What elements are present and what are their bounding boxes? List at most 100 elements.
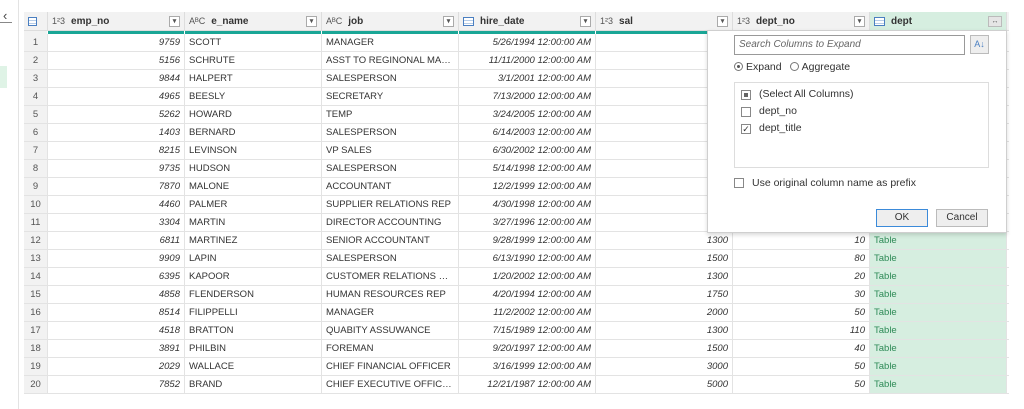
cell-job[interactable]: SUPPLIER RELATIONS REP [322, 196, 459, 213]
column-item-select-all[interactable]: (Select All Columns) [741, 86, 982, 103]
column-item-dept-title[interactable]: ✓ dept_title [741, 120, 982, 137]
cell-emp-no[interactable]: 9844 [48, 70, 185, 87]
cell-emp-no[interactable]: 2029 [48, 358, 185, 375]
checkbox-unchecked-icon[interactable] [741, 106, 751, 117]
cell-hire-date[interactable]: 3/27/1996 12:00:00 AM [459, 214, 596, 231]
filter-dropdown-icon[interactable]: ▾ [169, 16, 180, 27]
cell-hire-date[interactable]: 6/13/1990 12:00:00 AM [459, 250, 596, 267]
cell-e-name[interactable]: BRAND [185, 376, 322, 393]
cell-emp-no[interactable]: 4965 [48, 88, 185, 105]
row-number[interactable]: 12 [24, 232, 48, 249]
cell-emp-no[interactable]: 5156 [48, 52, 185, 69]
cell-hire-date[interactable]: 7/13/2000 12:00:00 AM [459, 88, 596, 105]
cell-hire-date[interactable]: 3/24/2005 12:00:00 AM [459, 106, 596, 123]
cell-e-name[interactable]: WALLACE [185, 358, 322, 375]
cell-dept[interactable]: Table [870, 268, 1007, 285]
row-number[interactable]: 15 [24, 286, 48, 303]
text-type-icon[interactable]: AᴮC [326, 16, 342, 26]
cell-dept[interactable]: Table [870, 304, 1007, 321]
cell-sal[interactable]: 3000 [596, 358, 733, 375]
row-number[interactable]: 19 [24, 358, 48, 375]
cell-dept[interactable]: Table [870, 340, 1007, 357]
row-number[interactable]: 1 [24, 34, 48, 51]
cell-job[interactable]: HUMAN RESOURCES REP [322, 286, 459, 303]
cell-emp-no[interactable]: 8215 [48, 142, 185, 159]
cell-emp-no[interactable]: 9759 [48, 34, 185, 51]
cell-e-name[interactable]: SCOTT [185, 34, 322, 51]
cell-dept-no[interactable]: 20 [733, 268, 870, 285]
cell-e-name[interactable]: FILIPPELLI [185, 304, 322, 321]
radio-expand[interactable]: Expand [734, 61, 782, 73]
column-header-emp-no[interactable]: 1²3 emp_no ▾ [48, 12, 185, 30]
cancel-button[interactable]: Cancel [936, 209, 988, 227]
cell-emp-no[interactable]: 6395 [48, 268, 185, 285]
cell-job[interactable]: SENIOR ACCOUNTANT [322, 232, 459, 249]
cell-emp-no[interactable]: 4518 [48, 322, 185, 339]
column-header-sal[interactable]: 1²3 sal ▾ [596, 12, 733, 30]
filter-dropdown-icon[interactable]: ▾ [717, 16, 728, 27]
cell-job[interactable]: VP SALES [322, 142, 459, 159]
search-columns-input[interactable]: Search Columns to Expand [734, 35, 965, 55]
cell-emp-no[interactable]: 3891 [48, 340, 185, 357]
cell-dept-no[interactable]: 40 [733, 340, 870, 357]
row-number[interactable]: 14 [24, 268, 48, 285]
cell-dept[interactable]: Table [870, 232, 1007, 249]
cell-emp-no[interactable]: 4460 [48, 196, 185, 213]
cell-dept-no[interactable]: 110 [733, 322, 870, 339]
cell-emp-no[interactable]: 1403 [48, 124, 185, 141]
cell-job[interactable]: SECRETARY [322, 88, 459, 105]
cell-job[interactable]: ASST TO REGINONAL MANAG... [322, 52, 459, 69]
cell-job[interactable]: TEMP [322, 106, 459, 123]
chevron-left-icon[interactable]: ‹ [3, 8, 7, 23]
checkbox-unchecked-icon[interactable] [734, 178, 744, 188]
cell-emp-no[interactable]: 4858 [48, 286, 185, 303]
cell-hire-date[interactable]: 6/30/2002 12:00:00 AM [459, 142, 596, 159]
cell-emp-no[interactable]: 7852 [48, 376, 185, 393]
cell-dept[interactable]: Table [870, 250, 1007, 267]
column-header-dept-no[interactable]: 1²3 dept_no ▾ [733, 12, 870, 30]
cell-dept-no[interactable]: 80 [733, 250, 870, 267]
cell-dept-no[interactable]: 50 [733, 304, 870, 321]
cell-sal[interactable]: 1300 [596, 322, 733, 339]
cell-dept[interactable]: Table [870, 322, 1007, 339]
cell-emp-no[interactable]: 6811 [48, 232, 185, 249]
cell-job[interactable]: CUSTOMER RELATIONS REP [322, 268, 459, 285]
cell-sal[interactable]: 5000 [596, 376, 733, 393]
cell-e-name[interactable]: MARTIN [185, 214, 322, 231]
row-number[interactable]: 16 [24, 304, 48, 321]
row-number[interactable]: 5 [24, 106, 48, 123]
row-number[interactable]: 4 [24, 88, 48, 105]
cell-emp-no[interactable]: 3304 [48, 214, 185, 231]
table-menu-button[interactable] [24, 12, 48, 30]
ok-button[interactable]: OK [876, 209, 928, 227]
filter-dropdown-icon[interactable]: ▾ [580, 16, 591, 27]
cell-sal[interactable]: 1500 [596, 250, 733, 267]
cell-e-name[interactable]: KAPOOR [185, 268, 322, 285]
filter-dropdown-icon[interactable]: ▾ [854, 16, 865, 27]
cell-hire-date[interactable]: 6/14/2003 12:00:00 AM [459, 124, 596, 141]
row-number[interactable]: 2 [24, 52, 48, 69]
cell-e-name[interactable]: BERNARD [185, 124, 322, 141]
cell-dept-no[interactable]: 50 [733, 376, 870, 393]
filter-dropdown-icon[interactable]: ▾ [443, 16, 454, 27]
datetime-type-icon[interactable] [463, 16, 474, 26]
row-number[interactable]: 3 [24, 70, 48, 87]
cell-dept[interactable]: Table [870, 376, 1007, 393]
cell-job[interactable]: SALESPERSON [322, 160, 459, 177]
row-number[interactable]: 10 [24, 196, 48, 213]
cell-hire-date[interactable]: 5/14/1998 12:00:00 AM [459, 160, 596, 177]
cell-job[interactable]: SALESPERSON [322, 70, 459, 87]
cell-hire-date[interactable]: 9/20/1997 12:00:00 AM [459, 340, 596, 357]
row-number[interactable]: 13 [24, 250, 48, 267]
row-number[interactable]: 7 [24, 142, 48, 159]
cell-job[interactable]: CHIEF FINANCIAL OFFICER [322, 358, 459, 375]
cell-hire-date[interactable]: 11/11/2000 12:00:00 AM [459, 52, 596, 69]
cell-e-name[interactable]: HALPERT [185, 70, 322, 87]
cell-e-name[interactable]: LAPIN [185, 250, 322, 267]
row-number[interactable]: 11 [24, 214, 48, 231]
cell-job[interactable]: CHIEF EXECUTIVE OFFICER [322, 376, 459, 393]
cell-job[interactable]: SALESPERSON [322, 124, 459, 141]
number-type-icon[interactable]: 1²3 [600, 16, 613, 26]
cell-sal[interactable]: 1750 [596, 286, 733, 303]
checkbox-partial-icon[interactable] [741, 89, 751, 100]
